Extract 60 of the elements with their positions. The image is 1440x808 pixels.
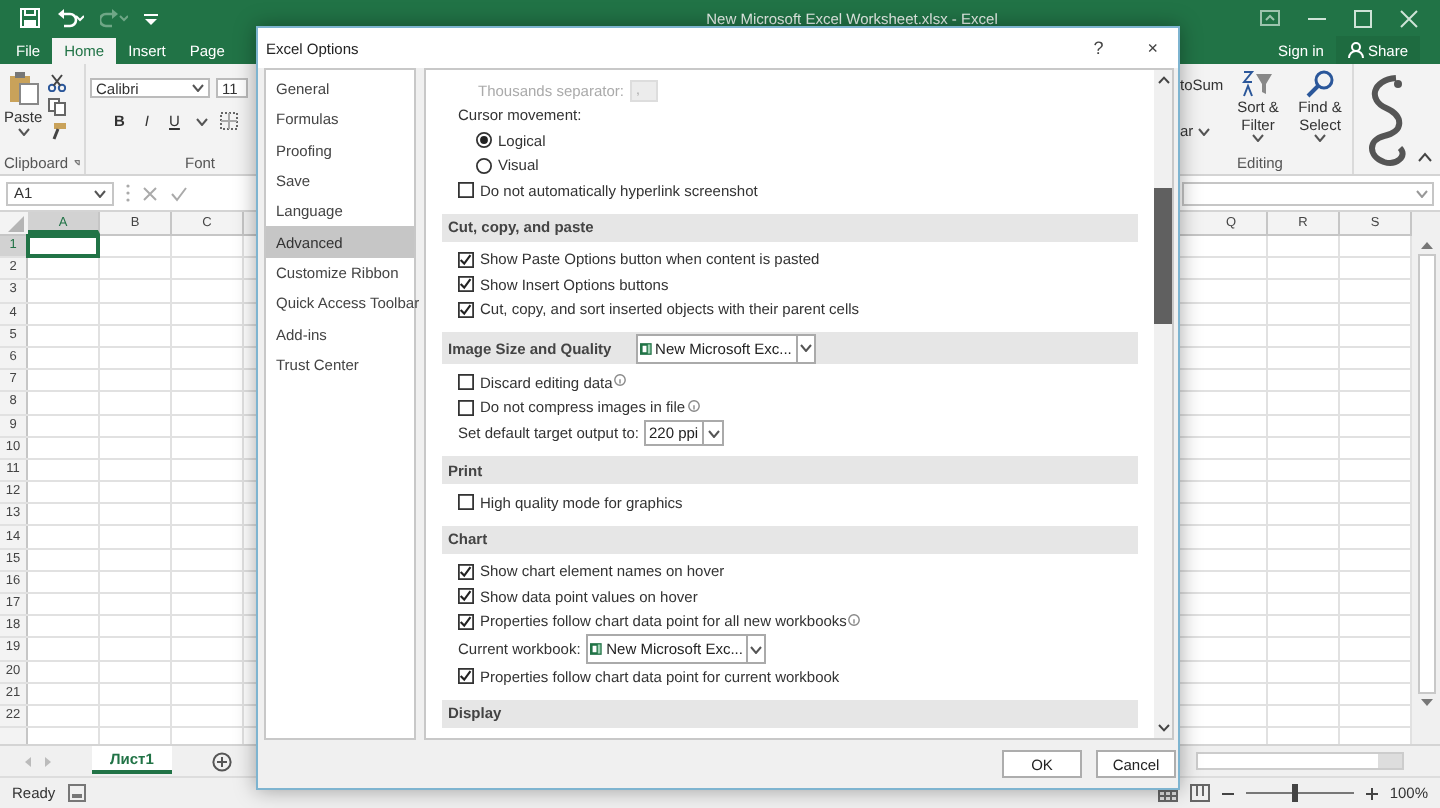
radio-button[interactable]: [476, 157, 492, 174]
scroll-down-icon[interactable]: [1419, 698, 1433, 708]
help-button[interactable]: ?: [1089, 38, 1108, 58]
customize-toolbar-icon[interactable]: [144, 11, 158, 25]
vertical-scrollbar[interactable]: [1412, 212, 1440, 744]
scroll-up-icon[interactable]: [1157, 76, 1169, 84]
paintbrush-icon[interactable]: [48, 122, 67, 140]
caret-icon: [707, 429, 720, 437]
person-icon: [1347, 42, 1364, 58]
active-cell[interactable]: [26, 234, 100, 259]
zoom-in-icon[interactable]: [1365, 787, 1378, 799]
maximize-icon[interactable]: [1354, 9, 1372, 27]
ribbon-display-icon[interactable]: [1260, 10, 1280, 26]
formula-field[interactable]: [1182, 181, 1434, 205]
caret-icon: [799, 344, 812, 352]
collapse-ribbon-icon[interactable]: [1418, 152, 1432, 162]
scissors-icon[interactable]: [48, 74, 67, 92]
radio-button[interactable]: [476, 132, 492, 149]
undo-icon[interactable]: [56, 8, 84, 28]
checkbox[interactable]: [458, 301, 474, 318]
add-sheet-icon[interactable]: [211, 751, 232, 771]
checkbox[interactable]: [458, 588, 474, 605]
horizontal-scrollbar[interactable]: [1196, 752, 1404, 770]
close-button[interactable]: ×: [1143, 38, 1162, 58]
checkbox[interactable]: [458, 668, 474, 685]
scroll-thumb[interactable]: [1417, 254, 1435, 694]
caret-icon: [1416, 189, 1428, 197]
scroll-thumb[interactable]: [1154, 188, 1172, 324]
checkbox[interactable]: [458, 251, 474, 268]
dialog-launcher-icon[interactable]: [74, 157, 80, 167]
caret-icon: [17, 128, 30, 136]
caret-icon: [1314, 134, 1326, 142]
macro-record-icon[interactable]: [67, 784, 86, 802]
caret-icon: [750, 645, 763, 653]
check-icon[interactable]: [170, 185, 188, 201]
clipboard-icon: [7, 70, 40, 106]
checkbox[interactable]: [458, 563, 474, 580]
sort-filter-icon: [1242, 70, 1274, 98]
caret-icon: [192, 84, 204, 92]
caret-icon: [195, 117, 208, 125]
borders-icon[interactable]: [219, 112, 238, 130]
caret-icon: [1197, 127, 1210, 135]
caret-icon: [1252, 134, 1264, 142]
magnifier-icon: [1306, 70, 1334, 98]
checkbox[interactable]: [458, 276, 474, 293]
save-icon[interactable]: [20, 8, 40, 28]
scroll-up-icon[interactable]: [1419, 240, 1433, 250]
checkbox[interactable]: [458, 182, 474, 199]
close-icon[interactable]: [1400, 9, 1418, 27]
page-layout-icon[interactable]: [1189, 784, 1210, 802]
checkbox[interactable]: [458, 399, 474, 416]
vertical-scrollbar[interactable]: [1154, 70, 1172, 738]
caret-icon: [94, 189, 106, 197]
checkbox[interactable]: [458, 374, 474, 391]
copy-icon[interactable]: [48, 98, 67, 116]
zoom-out-icon[interactable]: [1221, 787, 1234, 799]
checkbox[interactable]: [458, 613, 474, 630]
slider-thumb[interactable]: [1292, 784, 1299, 802]
checkbox[interactable]: [458, 494, 474, 511]
scroll-down-icon[interactable]: [1157, 724, 1169, 732]
